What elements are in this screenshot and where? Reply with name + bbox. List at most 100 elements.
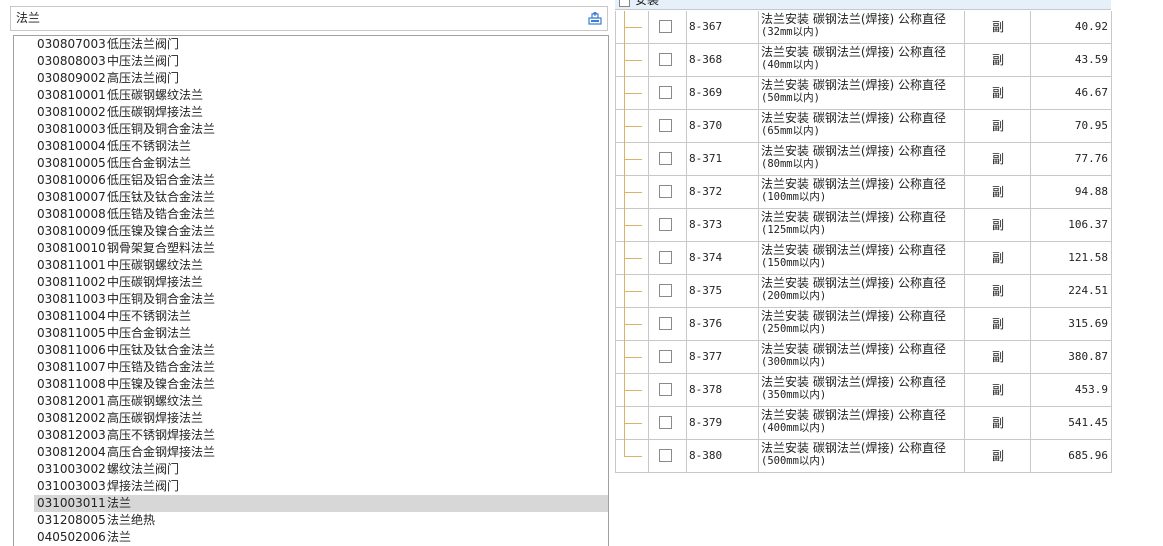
- table-row[interactable]: 8-375 法兰安装 碳钢法兰(焊接) 公称直径 (200mm以内) 副 224.51: [616, 275, 1112, 308]
- check-cell: [649, 407, 687, 439]
- table-row[interactable]: 8-368 法兰安装 碳钢法兰(焊接) 公称直径 (40mm以内) 副 43.59: [616, 44, 1112, 77]
- row-checkbox[interactable]: [659, 185, 672, 198]
- list-item[interactable]: 031003003焊接法兰阀门: [14, 478, 608, 495]
- price-cell: 46.67: [1031, 77, 1112, 109]
- table-row[interactable]: 8-380 法兰安装 碳钢法兰(焊接) 公称直径 (500mm以内) 副 685.96: [616, 440, 1112, 473]
- group-checkbox[interactable]: [619, 0, 630, 7]
- row-checkbox[interactable]: [659, 284, 672, 297]
- tree-connector: [624, 423, 642, 424]
- list-item-name: 中压不锈钢法兰: [107, 309, 192, 323]
- quota-name-line2: (50mm以内): [761, 92, 820, 104]
- list-item[interactable]: 030811008中压镍及镍合金法兰: [14, 376, 608, 393]
- table-row[interactable]: 8-374 法兰安装 碳钢法兰(焊接) 公称直径 (150mm以内) 副 121.58: [616, 242, 1112, 275]
- list-item-name: 中压合金钢法兰: [107, 326, 192, 340]
- list-item[interactable]: 030810001低压碳钢螺纹法兰: [14, 87, 608, 104]
- list-item[interactable]: 030811006中压钛及钛合金法兰: [14, 342, 608, 359]
- list-item-code: 030810007: [37, 190, 106, 204]
- row-checkbox[interactable]: [659, 86, 672, 99]
- list-item[interactable]: 030811005中压合金钢法兰: [14, 325, 608, 342]
- list-item-name: 焊接法兰阀门: [107, 479, 180, 493]
- row-checkbox[interactable]: [659, 350, 672, 363]
- list-item[interactable]: 030808003中压法兰阀门: [14, 53, 608, 70]
- list-item[interactable]: 030807003低压法兰阀门: [14, 36, 608, 53]
- table-row[interactable]: 8-377 法兰安装 碳钢法兰(焊接) 公称直径 (300mm以内) 副 380.87: [616, 341, 1112, 374]
- table-row[interactable]: 8-376 法兰安装 碳钢法兰(焊接) 公称直径 (250mm以内) 副 315.69: [616, 308, 1112, 341]
- group-header: 安装: [615, 0, 1111, 10]
- table-row[interactable]: 8-369 法兰安装 碳钢法兰(焊接) 公称直径 (50mm以内) 副 46.67: [616, 77, 1112, 110]
- name-cell: 法兰安装 碳钢法兰(焊接) 公称直径 (100mm以内): [759, 176, 965, 208]
- quota-price: 77.76: [1074, 152, 1108, 165]
- list-item[interactable]: 030810010钢骨架复合塑料法兰: [14, 240, 608, 257]
- list-item[interactable]: 030812002高压碳钢焊接法兰: [14, 410, 608, 427]
- tree-connector: [624, 324, 642, 325]
- list-item[interactable]: 030810007低压钛及钛合金法兰: [14, 189, 608, 206]
- list-item-name: 法兰: [107, 496, 132, 510]
- quota-name-line1: 法兰安装 碳钢法兰(焊接) 公称直径: [761, 243, 946, 257]
- row-checkbox[interactable]: [659, 152, 672, 165]
- quota-name-line1: 法兰安装 碳钢法兰(焊接) 公称直径: [761, 144, 946, 158]
- list-item-name: 低压锆及锆合金法兰: [107, 207, 216, 221]
- list-item[interactable]: 030811003中压铜及铜合金法兰: [14, 291, 608, 308]
- row-checkbox[interactable]: [659, 119, 672, 132]
- code-cell: 8-368: [687, 44, 759, 76]
- row-checkbox[interactable]: [659, 317, 672, 330]
- quota-name: 法兰安装 碳钢法兰(焊接) 公称直径 (65mm以内): [761, 112, 965, 138]
- table-row[interactable]: 8-367 法兰安装 碳钢法兰(焊接) 公称直径 (32mm以内) 副 40.92: [616, 11, 1112, 44]
- row-checkbox[interactable]: [659, 20, 672, 33]
- quota-unit: 副: [991, 383, 1004, 397]
- row-checkbox[interactable]: [659, 449, 672, 462]
- list-item[interactable]: 030812001高压碳钢螺纹法兰: [14, 393, 608, 410]
- list-item-code: 030811001: [37, 258, 106, 272]
- quota-unit: 副: [991, 152, 1004, 166]
- row-checkbox[interactable]: [659, 416, 672, 429]
- list-item[interactable]: 030810004低压不锈钢法兰: [14, 138, 608, 155]
- list-item[interactable]: 030812003高压不锈钢焊接法兰: [14, 427, 608, 444]
- unit-cell: 副: [965, 176, 1031, 208]
- row-checkbox[interactable]: [659, 53, 672, 66]
- list-item-name: 中压法兰阀门: [107, 54, 180, 68]
- list-item[interactable]: 031003002螺纹法兰阀门: [14, 461, 608, 478]
- code-cell: 8-369: [687, 77, 759, 109]
- list-item[interactable]: 030811001中压碳钢螺纹法兰: [14, 257, 608, 274]
- check-cell: [649, 176, 687, 208]
- list-item[interactable]: 030810009低压镍及镍合金法兰: [14, 223, 608, 240]
- list-item[interactable]: 030811007中压锆及锆合金法兰: [14, 359, 608, 376]
- list-item[interactable]: 030810008低压锆及锆合金法兰: [14, 206, 608, 223]
- list-item[interactable]: 030810006低压铝及铝合金法兰: [14, 172, 608, 189]
- code-cell: 8-373: [687, 209, 759, 241]
- search-box[interactable]: [10, 6, 608, 31]
- table-row[interactable]: 8-373 法兰安装 碳钢法兰(焊接) 公称直径 (125mm以内) 副 106.37: [616, 209, 1112, 242]
- list-item-code: 030809002: [37, 71, 106, 85]
- list-item[interactable]: 030812004高压合金钢焊接法兰: [14, 444, 608, 461]
- list-item-name: 低压铜及铜合金法兰: [107, 122, 216, 136]
- list-item-code: 030810008: [37, 207, 106, 221]
- row-checkbox[interactable]: [659, 218, 672, 231]
- check-cell: [649, 44, 687, 76]
- search-icon[interactable]: [588, 12, 602, 25]
- row-checkbox[interactable]: [659, 383, 672, 396]
- row-checkbox[interactable]: [659, 251, 672, 264]
- list-item-code: 030810005: [37, 156, 106, 170]
- search-input[interactable]: [11, 7, 581, 30]
- list-item[interactable]: 030810003低压铜及铜合金法兰: [14, 121, 608, 138]
- list-item[interactable]: 030811004中压不锈钢法兰: [14, 308, 608, 325]
- list-item[interactable]: 030810005低压合金钢法兰: [14, 155, 608, 172]
- quota-code: 8-379: [689, 416, 723, 429]
- quota-name-line1: 法兰安装 碳钢法兰(焊接) 公称直径: [761, 276, 946, 290]
- unit-cell: 副: [965, 44, 1031, 76]
- table-row[interactable]: 8-371 法兰安装 碳钢法兰(焊接) 公称直径 (80mm以内) 副 77.76: [616, 143, 1112, 176]
- list-item[interactable]: 030811002中压碳钢焊接法兰: [14, 274, 608, 291]
- result-list[interactable]: 030807003低压法兰阀门 030808003中压法兰阀门 030809002高…: [13, 35, 609, 546]
- list-item[interactable]: 031003011法兰: [14, 495, 608, 512]
- list-item[interactable]: 040502006法兰: [14, 529, 608, 546]
- tree-cell: [616, 440, 649, 472]
- list-item[interactable]: 031208005法兰绝热: [14, 512, 608, 529]
- table-row[interactable]: 8-379 法兰安装 碳钢法兰(焊接) 公称直径 (400mm以内) 副 541.45: [616, 407, 1112, 440]
- quota-name: 法兰安装 碳钢法兰(焊接) 公称直径 (500mm以内): [761, 442, 965, 468]
- table-row[interactable]: 8-370 法兰安装 碳钢法兰(焊接) 公称直径 (65mm以内) 副 70.95: [616, 110, 1112, 143]
- table-row[interactable]: 8-372 法兰安装 碳钢法兰(焊接) 公称直径 (100mm以内) 副 94.88: [616, 176, 1112, 209]
- table-row[interactable]: 8-378 法兰安装 碳钢法兰(焊接) 公称直径 (350mm以内) 副 453.9: [616, 374, 1112, 407]
- list-item[interactable]: 030810002低压碳钢焊接法兰: [14, 104, 608, 121]
- name-cell: 法兰安装 碳钢法兰(焊接) 公称直径 (50mm以内): [759, 77, 965, 109]
- list-item[interactable]: 030809002高压法兰阀门: [14, 70, 608, 87]
